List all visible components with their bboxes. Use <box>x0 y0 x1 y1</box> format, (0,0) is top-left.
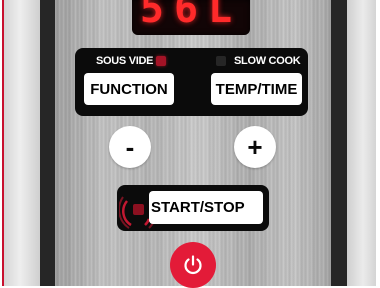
temp-time-button[interactable]: TEMP/TIME <box>211 73 302 105</box>
start-stop-panel: START/STOP <box>117 185 269 231</box>
decrease-button[interactable]: - <box>109 126 151 168</box>
left-black-strip <box>40 0 55 286</box>
mode-selector-panel: SOUS VIDE SLOW COOK FUNCTION TEMP/TIME <box>75 48 308 116</box>
slow-cook-label: SLOW COOK <box>234 55 301 67</box>
power-icon <box>184 255 202 275</box>
function-button[interactable]: FUNCTION <box>84 73 174 105</box>
right-black-strip <box>331 0 347 286</box>
sous-vide-label: SOUS VIDE <box>96 55 154 67</box>
slow-cook-indicator <box>216 56 226 66</box>
display-readout: 56L <box>139 0 243 32</box>
left-side-panel <box>4 0 40 286</box>
sous-vide-indicator <box>156 56 166 66</box>
right-side-panel <box>347 0 376 286</box>
led-display: 56L <box>132 0 250 35</box>
power-button[interactable] <box>170 242 216 288</box>
increase-button[interactable]: + <box>234 126 276 168</box>
start-stop-button[interactable]: START/STOP <box>149 191 263 224</box>
